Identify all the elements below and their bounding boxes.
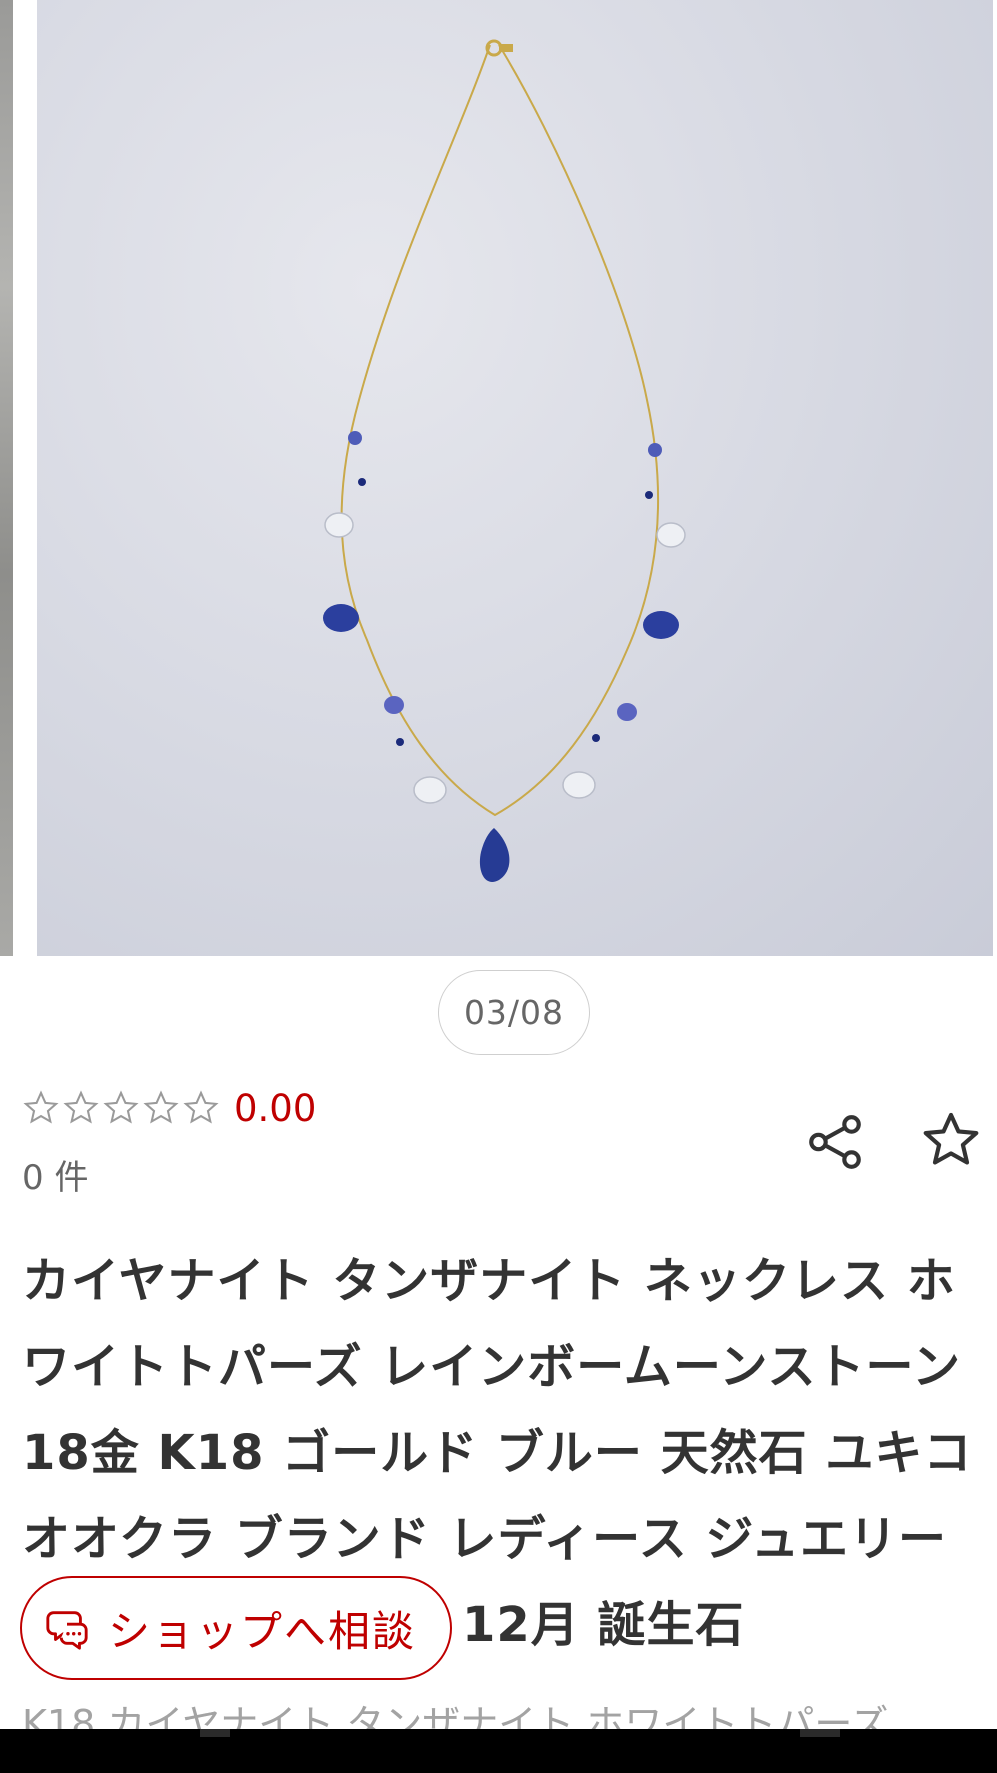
product-title-line: ワイトトパーズ レインボームーンストーン [22, 1339, 962, 1395]
star-empty-icon [143, 1090, 179, 1124]
product-title-line: カイヤナイト タンザナイト ネックレス ホ [22, 1253, 956, 1309]
product-image[interactable] [37, 0, 993, 956]
contact-shop-button[interactable]: ショップへ相談 [20, 1576, 452, 1680]
star-empty-icon [23, 1090, 59, 1124]
share-icon [809, 1115, 861, 1169]
rating-row: 0.00 [22, 1086, 316, 1130]
rating-value: 0.00 [234, 1086, 317, 1130]
star-outline-icon [923, 1112, 979, 1165]
favorite-button[interactable] [916, 1105, 986, 1175]
share-button[interactable] [800, 1107, 870, 1177]
image-carousel[interactable] [0, 0, 997, 956]
necklace-photo [323, 39, 686, 882]
nav-back-icon[interactable] [200, 1729, 230, 1737]
system-navigation-bar [0, 1729, 997, 1773]
nav-recents-icon[interactable] [800, 1729, 840, 1737]
contact-shop-label: ショップへ相談 [108, 1606, 417, 1656]
gallery-page-indicator: 03/08 [438, 970, 590, 1055]
star-empty-icon [63, 1090, 99, 1124]
product-title-line: 18金 K18 ゴールド ブルー 天然石 ユキコ [22, 1425, 973, 1481]
review-count[interactable]: 0 件 [22, 1150, 88, 1199]
star-empty-icon [183, 1090, 219, 1124]
product-title-line: オオクラ ブランド レディース ジュエリー [22, 1511, 948, 1567]
star-empty-icon [103, 1090, 139, 1124]
previous-slide-edge[interactable] [0, 0, 13, 956]
chat-bubble-icon [46, 1611, 88, 1650]
